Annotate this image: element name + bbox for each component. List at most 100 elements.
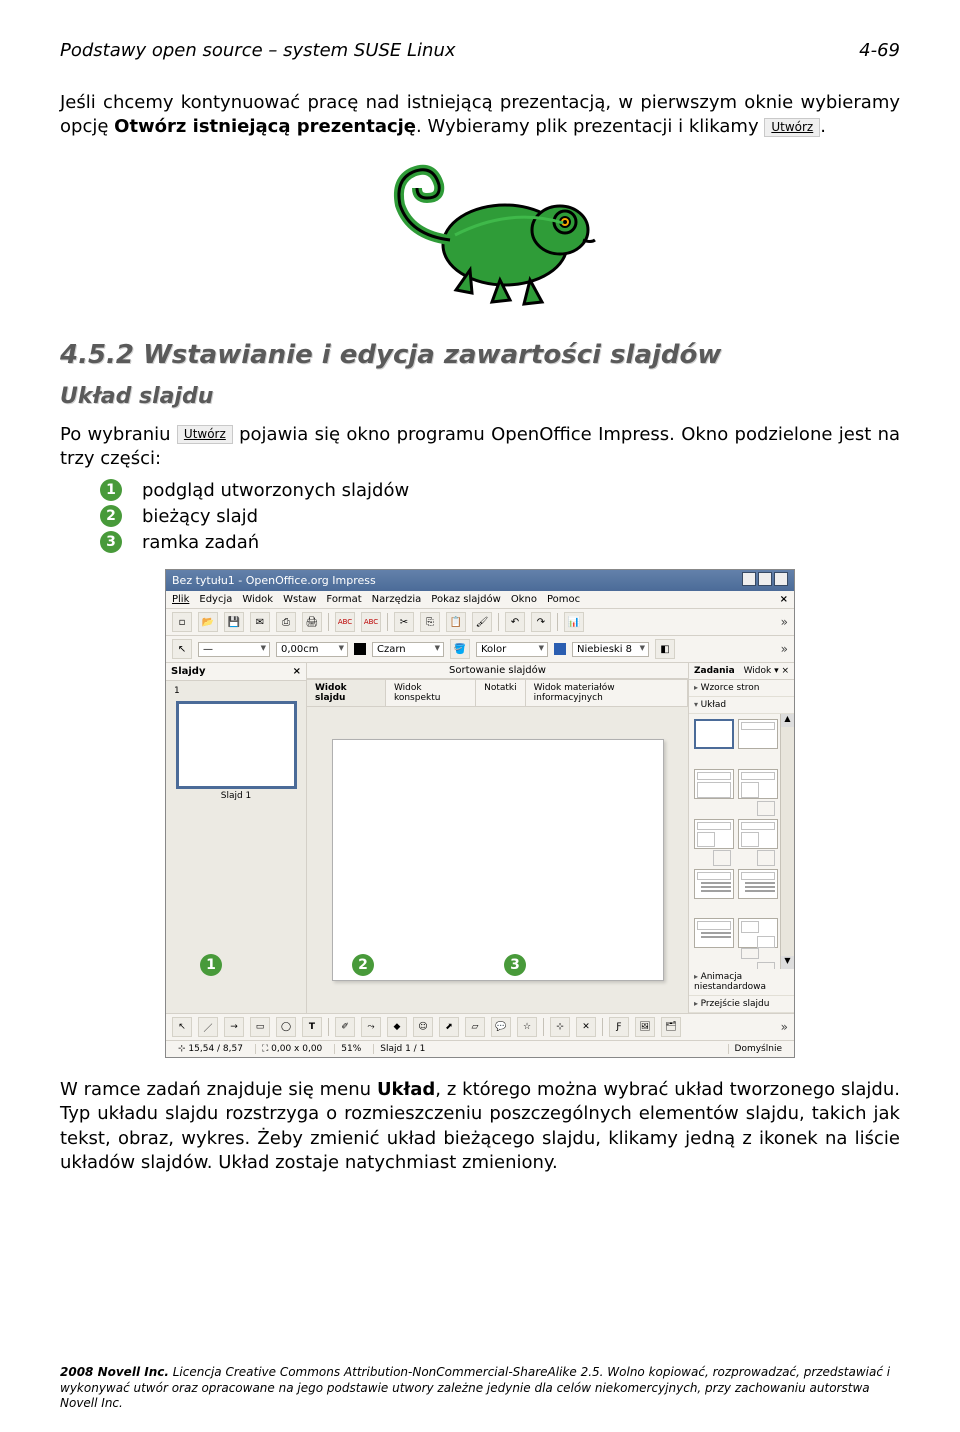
heading-452: 4.5.2 Wstawianie i edycja zawartości sla… bbox=[60, 340, 900, 370]
minimize-icon[interactable] bbox=[742, 572, 756, 586]
pdf-icon[interactable]: ⎙ bbox=[276, 612, 296, 632]
glue-icon[interactable]: ✕ bbox=[576, 1017, 596, 1037]
layouts-scrollbar[interactable]: ▲▼ bbox=[780, 714, 794, 969]
toolbar2-overflow-icon[interactable]: » bbox=[781, 642, 788, 656]
from-file-icon[interactable]: 🖼 bbox=[635, 1017, 655, 1037]
select-tool-icon[interactable]: ↖ bbox=[172, 1017, 192, 1037]
tab-notatki[interactable]: Notatki bbox=[476, 679, 526, 706]
mail-icon[interactable]: ✉ bbox=[250, 612, 270, 632]
layout-blank[interactable] bbox=[694, 719, 734, 749]
fill-type-select[interactable]: Kolor bbox=[476, 642, 548, 657]
save-icon[interactable]: 💾 bbox=[224, 612, 244, 632]
layouts-grid bbox=[689, 714, 780, 969]
task-sec-uklad[interactable]: Układ bbox=[689, 697, 794, 714]
status-zoom[interactable]: 51% bbox=[334, 1044, 367, 1054]
menu-edycja[interactable]: Edycja bbox=[199, 594, 232, 605]
menu-wstaw[interactable]: Wstaw bbox=[283, 594, 316, 605]
line-width-select[interactable]: 0,00cm bbox=[276, 642, 348, 657]
layout-grid4[interactable] bbox=[738, 918, 778, 948]
callout-icon[interactable]: 💬 bbox=[491, 1017, 511, 1037]
chart-icon[interactable]: 📊 bbox=[564, 612, 584, 632]
paste-icon[interactable]: 📋 bbox=[446, 612, 466, 632]
cut-icon[interactable]: ✂ bbox=[394, 612, 414, 632]
symbol-shapes-icon[interactable]: ☺ bbox=[413, 1017, 433, 1037]
copy-icon[interactable]: ⎘ bbox=[420, 612, 440, 632]
tab-widok-konspektu[interactable]: Widok konspektu bbox=[386, 679, 476, 706]
menu-narzedzia[interactable]: Narzędzia bbox=[372, 594, 422, 605]
menu-format[interactable]: Format bbox=[326, 594, 361, 605]
line-color-swatch[interactable] bbox=[354, 643, 366, 655]
tab-materialy[interactable]: Widok materiałów informacyjnych bbox=[526, 679, 688, 706]
stars-icon[interactable]: ☆ bbox=[517, 1017, 537, 1037]
bullet-2-icon: 2 bbox=[100, 505, 122, 527]
drawbar-overflow-icon[interactable]: » bbox=[781, 1020, 788, 1034]
fill-color-swatch[interactable] bbox=[554, 643, 566, 655]
arrow-line-icon[interactable]: → bbox=[224, 1017, 244, 1037]
layout-title[interactable] bbox=[738, 719, 778, 749]
arrow-tool-icon[interactable]: ↖ bbox=[172, 639, 192, 659]
slide-canvas[interactable] bbox=[332, 739, 664, 981]
layout-lr1[interactable] bbox=[694, 819, 734, 849]
object-toolbar[interactable]: ↖ — 0,00cm Czarn 🪣 Kolor Niebieski 8 ◧ » bbox=[166, 636, 794, 663]
line-color-select[interactable]: Czarn bbox=[372, 642, 444, 657]
menu-okno[interactable]: Okno bbox=[511, 594, 537, 605]
line-style-select[interactable]: — bbox=[198, 642, 270, 657]
header-left: Podstawy open source – system SUSE Linux bbox=[60, 40, 456, 61]
block-arrows-icon[interactable]: ⬈ bbox=[439, 1017, 459, 1037]
tab-widok-slajdu[interactable]: Widok slajdu bbox=[307, 679, 386, 706]
layout-two-content[interactable] bbox=[738, 769, 778, 799]
slide-thumbnail-1[interactable] bbox=[176, 701, 297, 789]
layout-bul2[interactable] bbox=[738, 869, 778, 899]
menu-pomoc[interactable]: Pomoc bbox=[547, 594, 580, 605]
fill-bucket-icon[interactable]: 🪣 bbox=[450, 639, 470, 659]
toolbar-overflow-icon[interactable]: » bbox=[781, 615, 788, 629]
close-icon[interactable] bbox=[774, 572, 788, 586]
brush-icon[interactable]: 🖌 bbox=[472, 612, 492, 632]
fontwork-icon[interactable]: Ƒ bbox=[609, 1017, 629, 1037]
shapes-icon[interactable]: ◆ bbox=[387, 1017, 407, 1037]
connector-icon[interactable]: ⤳ bbox=[361, 1017, 381, 1037]
menu-pokaz[interactable]: Pokaz slajdów bbox=[431, 594, 501, 605]
fill-color-select[interactable]: Niebieski 8 bbox=[572, 642, 649, 657]
text-tool-icon[interactable]: T bbox=[302, 1017, 322, 1037]
layout-title-content[interactable] bbox=[694, 769, 734, 799]
menu-bar[interactable]: Plik Edycja Widok Wstaw Format Narzędzia… bbox=[166, 591, 794, 609]
flowchart-icon[interactable]: ▱ bbox=[465, 1017, 485, 1037]
menu-widok[interactable]: Widok bbox=[242, 594, 273, 605]
open-icon[interactable]: 📂 bbox=[198, 612, 218, 632]
view-tabs[interactable]: Widok slajdu Widok konspektu Notatki Wid… bbox=[307, 679, 688, 707]
line-tool-icon[interactable]: ／ bbox=[198, 1017, 218, 1037]
shadow-icon[interactable]: ◧ bbox=[655, 639, 675, 659]
task-view-link[interactable]: Widok bbox=[744, 666, 772, 676]
print-icon[interactable]: 🖨 bbox=[302, 612, 322, 632]
curve-tool-icon[interactable]: ✐ bbox=[335, 1017, 355, 1037]
doc-close-icon[interactable]: × bbox=[780, 594, 788, 605]
layout-bul1[interactable] bbox=[694, 869, 734, 899]
rect-tool-icon[interactable]: ▭ bbox=[250, 1017, 270, 1037]
window-controls[interactable] bbox=[740, 572, 788, 589]
ellipse-tool-icon[interactable]: ◯ bbox=[276, 1017, 296, 1037]
task-sec-wzorce[interactable]: Wzorce stron bbox=[689, 680, 794, 697]
slides-panel-close-icon[interactable]: × bbox=[293, 666, 301, 677]
drawing-toolbar[interactable]: ↖ ／ → ▭ ◯ T ✐ ⤳ ◆ ☺ ⬈ ▱ 💬 ☆ ⊹ ✕ Ƒ 🖼 bbox=[166, 1013, 794, 1040]
callout-1-icon: 1 bbox=[200, 954, 222, 976]
maximize-icon[interactable] bbox=[758, 572, 772, 586]
task-panel: ZadaniaWidok ▾ × Wzorce stron Układ bbox=[688, 663, 794, 1013]
spellcheck-icon[interactable]: ABC bbox=[335, 612, 355, 632]
task-sec-przejscie[interactable]: Przejście slajdu bbox=[689, 996, 794, 1013]
callout-2-icon: 2 bbox=[352, 954, 374, 976]
layout-bul3[interactable] bbox=[694, 918, 734, 948]
new-icon[interactable]: ▫ bbox=[172, 612, 192, 632]
layout-lr2[interactable] bbox=[738, 819, 778, 849]
autospell-icon[interactable]: ABC bbox=[361, 612, 381, 632]
gallery-icon[interactable]: 🗂 bbox=[661, 1017, 681, 1037]
redo-icon[interactable]: ↷ bbox=[531, 612, 551, 632]
menu-plik[interactable]: Plik bbox=[172, 594, 189, 605]
intro-bold: Otwórz istniejącą prezentację bbox=[114, 116, 416, 137]
status-size: ⛶ 0,00 x 0,00 bbox=[255, 1044, 328, 1054]
window-titlebar[interactable]: Bez tytułu1 - OpenOffice.org Impress bbox=[166, 570, 794, 591]
points-icon[interactable]: ⊹ bbox=[550, 1017, 570, 1037]
task-sec-animacja[interactable]: Animacja niestandardowa bbox=[689, 969, 794, 996]
main-toolbar[interactable]: ▫ 📂 💾 ✉ ⎙ 🖨 ABC ABC ✂ ⎘ 📋 🖌 ↶ ↷ 📊 » bbox=[166, 609, 794, 636]
undo-icon[interactable]: ↶ bbox=[505, 612, 525, 632]
